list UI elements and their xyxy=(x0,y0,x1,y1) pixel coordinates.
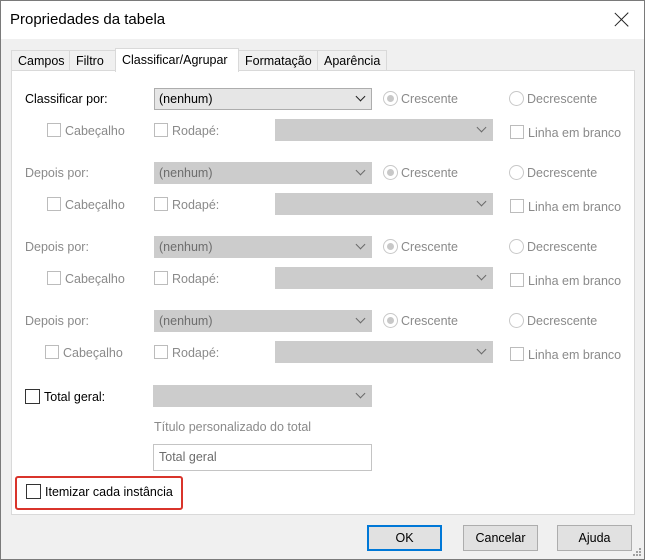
chevron-down-icon xyxy=(355,165,366,176)
then-by-value: (nenhum) xyxy=(159,166,213,180)
footer-label: Rodapé: xyxy=(172,272,220,286)
sort-by-label: Classificar por: xyxy=(25,92,108,106)
header-checkbox[interactable] xyxy=(47,123,61,137)
ascending-label: Crescente xyxy=(401,240,458,254)
chevron-down-icon xyxy=(355,388,366,399)
then-by-label: Depois por: xyxy=(25,166,89,180)
custom-total-title-label: Título personalizado do total xyxy=(154,420,312,434)
cancel-button[interactable]: Cancelar xyxy=(463,525,538,551)
ascending-label: Crescente xyxy=(401,92,458,106)
descending-label: Decrescente xyxy=(527,166,598,180)
footer-checkbox[interactable] xyxy=(154,197,168,211)
close-icon[interactable] xyxy=(612,10,632,30)
chevron-down-icon xyxy=(476,270,487,281)
ascending-label: Crescente xyxy=(401,314,458,328)
title-bar: Propriedades da tabela xyxy=(1,1,644,39)
ascending-radio[interactable] xyxy=(383,239,398,254)
chevron-down-icon xyxy=(476,344,487,355)
ascending-label: Crescente xyxy=(401,166,458,180)
blank-line-label: Linha em branco xyxy=(528,348,622,362)
then-by-value: (nenhum) xyxy=(159,314,213,328)
footer-select[interactable] xyxy=(275,119,493,141)
descending-label: Decrescente xyxy=(527,240,598,254)
footer-select[interactable] xyxy=(275,341,493,363)
header-checkbox[interactable] xyxy=(47,197,61,211)
footer-checkbox[interactable] xyxy=(154,123,168,137)
ascending-radio[interactable] xyxy=(383,91,398,106)
help-button[interactable]: Ajuda xyxy=(557,525,632,551)
then-by-label: Depois por: xyxy=(25,314,89,328)
descending-radio[interactable] xyxy=(509,91,524,106)
tab-aparencia[interactable]: Aparência xyxy=(317,50,387,71)
blank-line-label: Linha em branco xyxy=(528,200,622,214)
descending-label: Decrescente xyxy=(527,314,598,328)
then-by-select[interactable]: (nenhum) xyxy=(154,310,372,332)
header-checkbox[interactable] xyxy=(47,271,61,285)
descending-radio[interactable] xyxy=(509,239,524,254)
footer-label: Rodapé: xyxy=(172,346,220,360)
footer-label: Rodapé: xyxy=(172,198,220,212)
custom-total-title-value: Total geral xyxy=(159,450,217,464)
chevron-down-icon xyxy=(355,313,366,324)
grand-total-label: Total geral: xyxy=(44,390,106,404)
resize-grip-icon[interactable] xyxy=(632,547,642,557)
blank-line-label: Linha em branco xyxy=(528,274,622,288)
blank-line-checkbox[interactable] xyxy=(510,199,524,213)
footer-checkbox[interactable] xyxy=(154,345,168,359)
header-label: Cabeçalho xyxy=(65,272,125,286)
ok-button[interactable]: OK xyxy=(367,525,442,551)
footer-label: Rodapé: xyxy=(172,124,220,138)
sort-group-panel: Classificar por: (nenhum) Crescente Decr… xyxy=(11,70,635,515)
grand-total-select[interactable] xyxy=(153,385,372,407)
grand-total-checkbox[interactable] xyxy=(25,389,40,404)
chevron-down-icon xyxy=(476,122,487,133)
blank-line-checkbox[interactable] xyxy=(510,273,524,287)
tab-formatacao[interactable]: Formatação xyxy=(238,50,318,71)
header-label: Cabeçalho xyxy=(63,346,123,360)
then-by-select[interactable]: (nenhum) xyxy=(154,162,372,184)
tab-campos[interactable]: Campos xyxy=(11,50,70,71)
chevron-down-icon xyxy=(476,196,487,207)
blank-line-label: Linha em branco xyxy=(528,126,622,140)
ascending-radio[interactable] xyxy=(383,313,398,328)
itemize-highlight-box xyxy=(15,476,183,510)
header-label: Cabeçalho xyxy=(65,198,125,212)
chevron-down-icon xyxy=(355,239,366,250)
then-by-select[interactable]: (nenhum) xyxy=(154,236,372,258)
blank-line-checkbox[interactable] xyxy=(510,347,524,361)
sort-by-value: (nenhum) xyxy=(159,92,213,106)
footer-checkbox[interactable] xyxy=(154,271,168,285)
blank-line-checkbox[interactable] xyxy=(510,125,524,139)
descending-radio[interactable] xyxy=(509,313,524,328)
then-by-label: Depois por: xyxy=(25,240,89,254)
footer-select[interactable] xyxy=(275,193,493,215)
header-checkbox[interactable] xyxy=(45,345,59,359)
tab-filtro[interactable]: Filtro xyxy=(69,50,116,71)
descending-label: Decrescente xyxy=(527,92,598,106)
then-by-value: (nenhum) xyxy=(159,240,213,254)
descending-radio[interactable] xyxy=(509,165,524,180)
table-properties-dialog: Propriedades da tabela Campos Filtro Cla… xyxy=(0,0,645,560)
custom-total-title-input[interactable]: Total geral xyxy=(153,444,372,471)
header-label: Cabeçalho xyxy=(65,124,125,138)
tab-classificar-agrupar[interactable]: Classificar/Agrupar xyxy=(115,48,239,72)
sort-by-select[interactable]: (nenhum) xyxy=(154,88,372,110)
footer-select[interactable] xyxy=(275,267,493,289)
ascending-radio[interactable] xyxy=(383,165,398,180)
dialog-title: Propriedades da tabela xyxy=(10,11,166,28)
chevron-down-icon xyxy=(355,91,366,102)
